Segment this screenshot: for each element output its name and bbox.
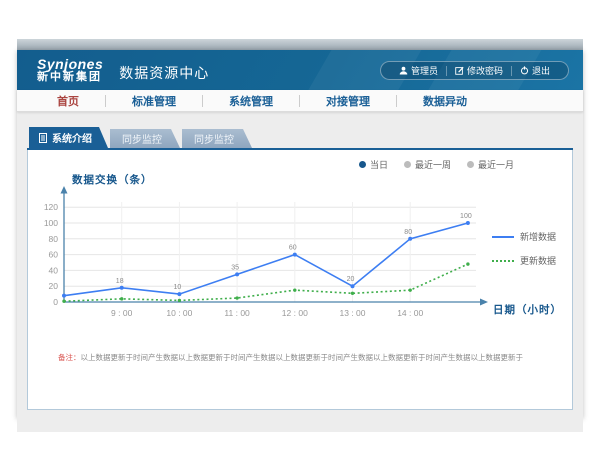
nav-item-data-change[interactable]: 数据异动 [397,93,493,109]
tab-label: 同步监控 [194,131,234,146]
radio-label: 最近一周 [415,158,451,171]
footer-note-text: 以上数据更新于时间产生数据以上数据更新于时间产生数据以上数据更新于时间产生数据以… [81,353,524,362]
nav-item-standard-mgmt[interactable]: 标准管理 [106,93,202,109]
brand-logo: Synjones 新中新集团 [37,57,103,83]
document-icon [39,133,47,143]
svg-text:80: 80 [49,234,59,244]
svg-text:10: 10 [174,284,182,291]
user-name: 管理员 [411,64,438,77]
tab-bar: 系统介绍 同步监控 同步监控 [29,127,573,148]
user-icon [399,66,408,75]
svg-text:18: 18 [116,278,124,285]
line-chart: 0 20 40 60 80 100 120 9 : 00 10 : 00 11 : 00 12 : … [40,184,545,332]
radio-dot [404,161,411,168]
tab-label: 系统介绍 [52,130,92,145]
nav-item-home[interactable]: 首页 [31,93,105,109]
svg-text:0: 0 [53,297,58,307]
footer-note: 备注：以上数据更新于时间产生数据以上数据更新于时间产生数据以上数据更新于时间产生… [58,352,558,363]
legend-item-new-data: 新增数据 [492,230,556,243]
change-password-label: 修改密码 [467,64,503,77]
tab-sync-monitor-1[interactable]: 同步监控 [110,129,180,148]
header: Synjones 新中新集团 数据资源中心 管理员 修改密码 退出 [17,50,583,90]
svg-text:120: 120 [44,202,58,212]
svg-text:100: 100 [460,213,472,220]
tab-system-intro[interactable]: 系统介绍 [29,127,108,148]
svg-text:20: 20 [347,276,355,283]
logout-label: 退出 [532,64,550,77]
footer-note-label: 备注： [58,353,81,362]
svg-text:9 : 00: 9 : 00 [111,308,133,318]
radio-last-week[interactable]: 最近一周 [404,158,451,171]
radio-last-month[interactable]: 最近一月 [467,158,514,171]
content-area: 系统介绍 同步监控 同步监控 当日 最近 [17,127,583,432]
svg-text:60: 60 [49,250,59,260]
brand-logo-cn: 新中新集团 [37,72,103,84]
radio-label: 当日 [370,158,388,171]
nav-item-interface-mgmt[interactable]: 对接管理 [300,93,396,109]
svg-text:12 : 00: 12 : 00 [282,308,308,318]
range-filter-group: 当日 最近一周 最近一月 [359,158,514,171]
chart-panel: 当日 最近一周 最近一月 数据交换（条） 日期（小时） 020406080100… [27,150,573,410]
svg-text:11 : 00: 11 : 00 [224,308,250,318]
radio-label: 最近一月 [478,158,514,171]
radio-dot [359,161,366,168]
main-nav: 首页 标准管理 系统管理 对接管理 数据异动 [17,90,583,112]
brand-logo-en: Synjones [37,57,103,72]
svg-text:14 : 00: 14 : 00 [397,308,423,318]
legend-line-dotted [492,260,514,262]
top-band [17,39,583,50]
svg-text:80: 80 [404,229,412,236]
legend-label: 更新数据 [520,254,556,267]
power-icon [520,66,529,75]
page-title: 数据资源中心 [119,63,209,83]
radio-today[interactable]: 当日 [359,158,388,171]
change-password-button[interactable]: 修改密码 [447,64,511,77]
logout-button[interactable]: 退出 [512,64,558,77]
series-legend: 新增数据 更新数据 [492,230,556,278]
legend-line-solid [492,236,514,238]
svg-text:35: 35 [231,264,239,271]
radio-dot [467,161,474,168]
tab-label: 同步监控 [122,131,162,146]
svg-text:60: 60 [289,245,297,252]
nav-item-system-mgmt[interactable]: 系统管理 [203,93,299,109]
user-toolbar: 管理员 修改密码 退出 [380,61,569,80]
legend-item-updated-data: 更新数据 [492,254,556,267]
svg-text:40: 40 [49,265,59,275]
svg-text:10 : 00: 10 : 00 [166,308,192,318]
user-menu[interactable]: 管理员 [391,64,446,77]
edit-icon [455,66,464,75]
svg-text:100: 100 [44,218,58,228]
tab-sync-monitor-2[interactable]: 同步监控 [182,129,252,148]
app-window: Synjones 新中新集团 数据资源中心 管理员 修改密码 退出 [17,50,583,418]
page: Synjones 新中新集团 数据资源中心 管理员 修改密码 退出 [0,0,600,450]
svg-text:13 : 00: 13 : 00 [340,308,366,318]
legend-label: 新增数据 [520,230,556,243]
svg-text:20: 20 [49,281,59,291]
